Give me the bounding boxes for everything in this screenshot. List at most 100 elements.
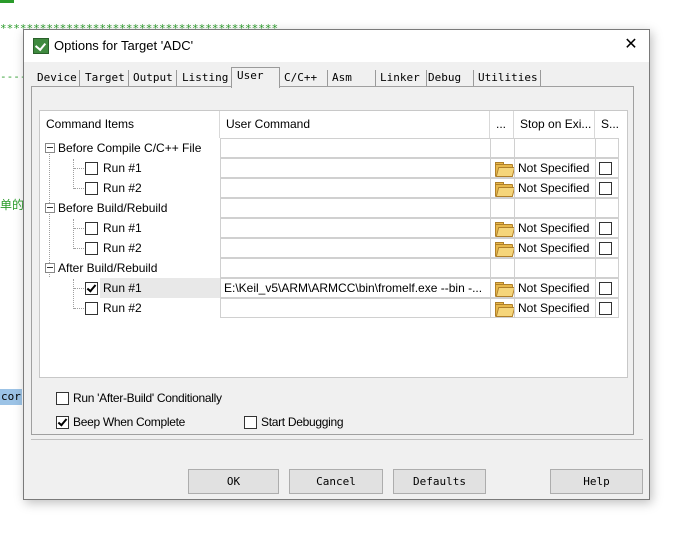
cancel-button[interactable]: Cancel bbox=[289, 469, 383, 494]
collapse-icon[interactable] bbox=[45, 263, 55, 273]
run-row: Run #2 Not Specified bbox=[40, 178, 627, 198]
run-checkbox[interactable] bbox=[85, 222, 98, 235]
tree-connector bbox=[74, 168, 84, 169]
tab-asm[interactable]: Asm bbox=[327, 70, 376, 86]
run-checkbox[interactable] bbox=[85, 242, 98, 255]
user-command-input[interactable] bbox=[220, 158, 491, 178]
run-label: Run #1 bbox=[103, 161, 142, 175]
header-browse[interactable]: ... bbox=[490, 111, 514, 138]
run-checkbox[interactable] bbox=[85, 182, 98, 195]
run-row: Run #2 Not Specified bbox=[40, 298, 627, 318]
header-stop-on-exit[interactable]: Stop on Exi... bbox=[514, 111, 595, 138]
stop-on-exit-value: Not Specified bbox=[518, 221, 590, 235]
run-after-build-conditionally-checkbox[interactable] bbox=[56, 392, 69, 405]
command-cell-empty bbox=[220, 138, 491, 158]
group-label: Before Compile C/C++ File bbox=[58, 141, 202, 155]
editor-comment-text: 单的 bbox=[0, 198, 25, 212]
group-row: Before Compile C/C++ File bbox=[40, 138, 627, 158]
stop-on-exit-value: Not Specified bbox=[518, 301, 590, 315]
stop-cell-empty bbox=[514, 258, 596, 278]
s-checkbox[interactable] bbox=[599, 282, 612, 295]
stop-on-exit-select[interactable]: Not Specified bbox=[514, 178, 596, 198]
user-command-input[interactable]: E:\Keil_v5\ARM\ARMCC\bin\fromelf.exe --b… bbox=[220, 278, 491, 298]
s-checkbox[interactable] bbox=[599, 162, 612, 175]
stop-on-exit-select[interactable]: Not Specified bbox=[514, 298, 596, 318]
run-after-build-conditionally-label[interactable]: Run 'After-Build' Conditionally bbox=[73, 391, 222, 405]
run-checkbox[interactable] bbox=[85, 302, 98, 315]
stop-cell-empty bbox=[514, 198, 596, 218]
user-command-input[interactable] bbox=[220, 218, 491, 238]
browse-cell[interactable] bbox=[490, 158, 516, 178]
collapse-icon[interactable] bbox=[45, 143, 55, 153]
folder-open-icon[interactable] bbox=[494, 282, 516, 297]
start-debugging-label[interactable]: Start Debugging bbox=[261, 415, 344, 429]
options-dialog: Options for Target 'ADC' ✕ Device Target… bbox=[23, 29, 650, 500]
browse-cell[interactable] bbox=[490, 278, 516, 298]
folder-open-icon[interactable] bbox=[494, 182, 516, 197]
editor-highlight-text: cor bbox=[0, 389, 22, 405]
tab-listing[interactable]: Listing bbox=[177, 70, 233, 86]
dialog-titlebar: Options for Target 'ADC' ✕ bbox=[24, 30, 649, 62]
browse-cell[interactable] bbox=[490, 298, 516, 318]
folder-open-icon[interactable] bbox=[494, 162, 516, 177]
run-label: Run #1 bbox=[103, 281, 142, 295]
stop-cell-empty bbox=[514, 138, 596, 158]
close-button[interactable]: ✕ bbox=[619, 34, 643, 56]
group-label: Before Build/Rebuild bbox=[58, 201, 168, 215]
tab-output[interactable]: Output bbox=[128, 70, 177, 86]
user-command-text: E:\Keil_v5\ARM\ARMCC\bin\fromelf.exe --b… bbox=[224, 281, 483, 295]
header-s[interactable]: S... bbox=[595, 111, 619, 138]
user-command-input[interactable] bbox=[220, 298, 491, 318]
folder-open-icon[interactable] bbox=[494, 242, 516, 257]
browse-cell-empty bbox=[490, 198, 515, 218]
tab-device[interactable]: Device bbox=[32, 70, 80, 86]
help-button[interactable]: Help bbox=[550, 469, 643, 494]
stop-on-exit-value: Not Specified bbox=[518, 281, 590, 295]
folder-open-icon[interactable] bbox=[494, 302, 516, 317]
tree-connector bbox=[74, 288, 84, 289]
run-label: Run #1 bbox=[103, 221, 142, 235]
folder-open-icon[interactable] bbox=[494, 222, 516, 237]
browse-cell[interactable] bbox=[490, 218, 516, 238]
header-command-items[interactable]: Command Items bbox=[40, 111, 220, 138]
defaults-button[interactable]: Defaults bbox=[393, 469, 486, 494]
stop-on-exit-select[interactable]: Not Specified bbox=[514, 238, 596, 258]
run-row: Run #1 Not Specified bbox=[40, 158, 627, 178]
tree-connector bbox=[74, 188, 84, 189]
browse-cell[interactable] bbox=[490, 178, 516, 198]
tree-connector bbox=[74, 308, 84, 309]
command-cell-empty bbox=[220, 198, 491, 218]
header-user-command[interactable]: User Command bbox=[220, 111, 490, 138]
user-command-input[interactable] bbox=[220, 238, 491, 258]
beep-when-complete-label[interactable]: Beep When Complete bbox=[73, 415, 185, 429]
ok-button[interactable]: OK bbox=[188, 469, 279, 494]
s-checkbox[interactable] bbox=[599, 302, 612, 315]
stop-on-exit-select[interactable]: Not Specified bbox=[514, 218, 596, 238]
s-cell bbox=[595, 278, 619, 298]
user-command-input[interactable] bbox=[220, 178, 491, 198]
stop-on-exit-select[interactable]: Not Specified bbox=[514, 158, 596, 178]
collapse-icon[interactable] bbox=[45, 203, 55, 213]
beep-when-complete-checkbox[interactable] bbox=[56, 416, 69, 429]
run-checkbox[interactable] bbox=[85, 162, 98, 175]
user-tab-panel: Command Items User Command ... Stop on E… bbox=[31, 86, 634, 435]
s-cell bbox=[595, 238, 619, 258]
tab-utilities[interactable]: Utilities bbox=[473, 70, 541, 86]
tab-cpp[interactable]: C/C++ bbox=[279, 70, 328, 86]
start-debugging-checkbox[interactable] bbox=[244, 416, 257, 429]
stop-on-exit-select[interactable]: Not Specified bbox=[514, 278, 596, 298]
group-row: Before Build/Rebuild bbox=[40, 198, 627, 218]
run-label: Run #2 bbox=[103, 241, 142, 255]
tab-debug[interactable]: Debug bbox=[423, 70, 474, 86]
run-checkbox[interactable] bbox=[85, 282, 98, 295]
tab-target[interactable]: Target bbox=[80, 70, 129, 86]
s-cell bbox=[595, 218, 619, 238]
tab-linker[interactable]: Linker bbox=[375, 70, 427, 86]
s-checkbox[interactable] bbox=[599, 242, 612, 255]
browse-cell[interactable] bbox=[490, 238, 516, 258]
s-checkbox[interactable] bbox=[599, 182, 612, 195]
run-row: Run #2 Not Specified bbox=[40, 238, 627, 258]
tab-user[interactable]: User bbox=[231, 67, 280, 88]
tree-connector bbox=[74, 228, 84, 229]
s-checkbox[interactable] bbox=[599, 222, 612, 235]
